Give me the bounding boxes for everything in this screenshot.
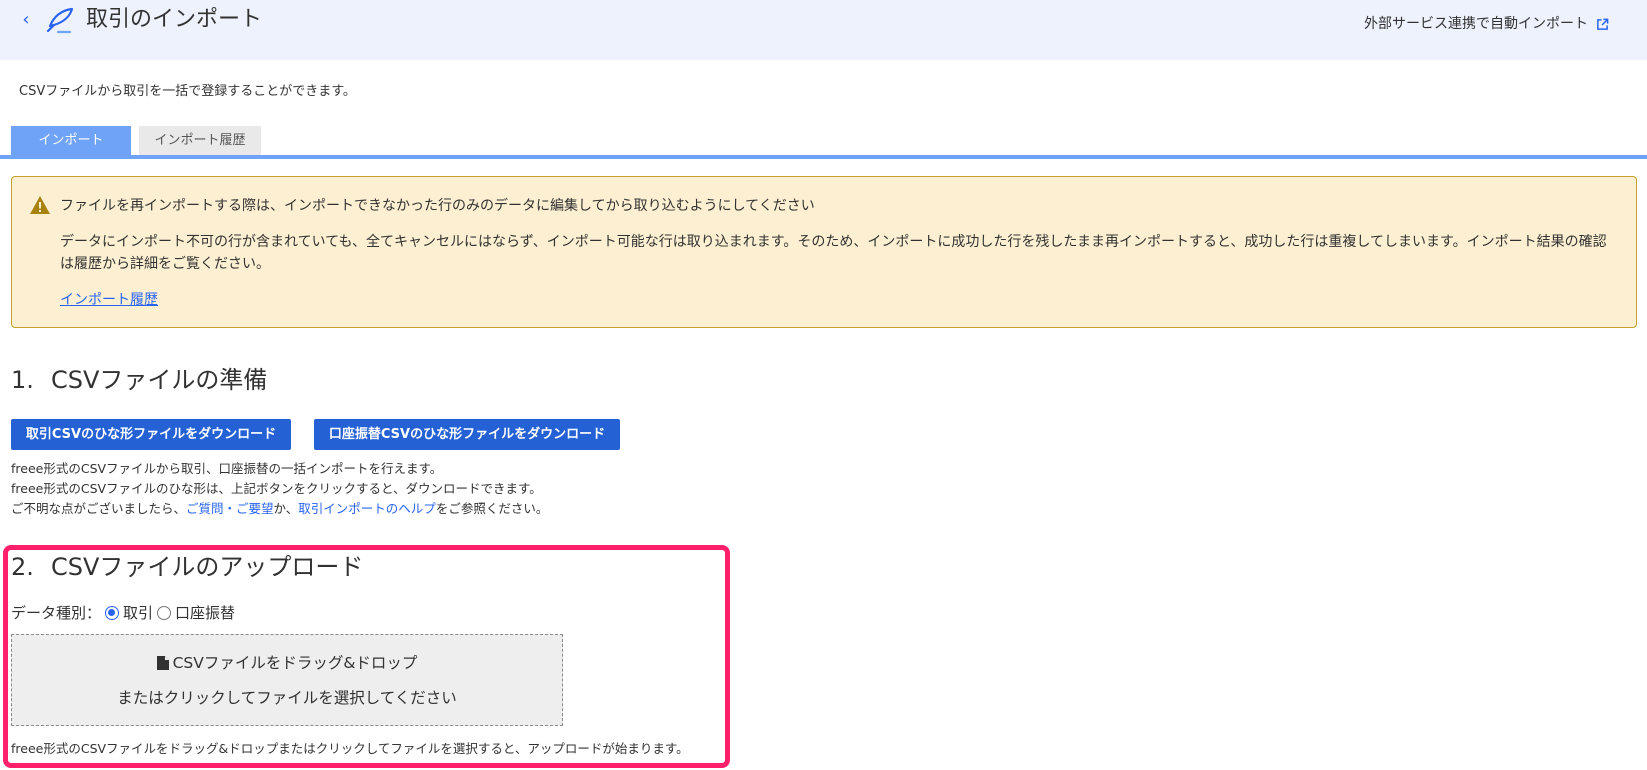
data-type-selector: データ種別： 取引 口座振替 (11, 601, 235, 625)
radio-deal-label[interactable]: 取引 (123, 601, 153, 625)
import-quill-icon (46, 7, 74, 34)
data-type-label: データ種別： (11, 604, 102, 622)
alert-body: データにインポート不可の行が含まれていても、全てキャンセルにはならず、インポート… (60, 234, 1607, 272)
external-link-icon (1597, 18, 1609, 30)
note-line: ご不明な点がございましたら、ご質問・ご要望か、取引インポートのヘルプをご参照くだ… (11, 499, 548, 519)
alert-title: ファイルを再インポートする際は、インポートできなかった行のみのデータに編集してか… (60, 198, 815, 214)
tab-import[interactable]: インポート (11, 126, 131, 156)
import-help-link[interactable]: 取引インポートのヘルプ (298, 501, 436, 516)
note-line: freee形式のCSVファイルから取引、口座振替の一括インポートを行えます。 (11, 461, 443, 476)
section-heading-csv-upload: 2. CSVファイルのアップロード (11, 551, 363, 583)
download-transfer-template-button[interactable]: 口座振替CSVのひな形ファイルをダウンロード (314, 419, 620, 450)
section-title: CSVファイルのアップロード (51, 553, 364, 581)
csv-prep-notes: freee形式のCSVファイルから取引、口座振替の一括インポートを行えます。 f… (11, 459, 548, 519)
reimport-warning-alert: ファイルを再インポートする際は、インポートできなかった行のみのデータに編集してか… (11, 176, 1637, 328)
section-title: CSVファイルの準備 (51, 366, 268, 394)
section-number: 2. (11, 553, 34, 581)
external-service-link-label: 外部サービス連携で自動インポート (1364, 16, 1588, 32)
note-text: ご不明な点がございましたら、 (11, 501, 187, 516)
back-chevron-icon[interactable]: ‹ (16, 8, 36, 32)
section-heading-csv-prep: 1. CSVファイルの準備 (11, 364, 267, 396)
download-deal-template-button[interactable]: 取引CSVのひな形ファイルをダウンロード (11, 419, 291, 450)
note-text: か、 (273, 501, 299, 516)
dropzone-text-2: またはクリックしてファイルを選択してください (117, 689, 457, 707)
radio-account-transfer-label[interactable]: 口座振替 (175, 601, 235, 625)
warning-triangle-icon (30, 196, 50, 214)
dropzone-line1: CSVファイルをドラッグ&ドロップ (12, 651, 562, 675)
upload-note: freee形式のCSVファイルをドラッグ&ドロップまたはクリックしてファイルを選… (11, 741, 689, 756)
faq-link[interactable]: ご質問・ご要望 (186, 501, 274, 516)
radio-account-transfer[interactable] (157, 606, 172, 620)
dropzone-text-1: CSVファイルをドラッグ&ドロップ (172, 654, 418, 672)
note-text: をご参照ください。 (435, 501, 549, 516)
csv-dropzone[interactable]: CSVファイルをドラッグ&ドロップ またはクリックしてファイルを選択してください (11, 634, 563, 726)
alert-import-history-link[interactable]: インポート履歴 (60, 289, 158, 311)
section-number: 1. (11, 366, 34, 394)
note-line: freee形式のCSVファイルのひな形は、上記ボタンをクリックすると、ダウンロー… (11, 481, 542, 496)
tab-underline (0, 155, 1647, 159)
tab-import-history[interactable]: インポート履歴 (139, 126, 261, 156)
radio-deal[interactable] (105, 606, 120, 620)
file-icon (156, 656, 169, 670)
intro-text: CSVファイルから取引を一括で登録することができます。 (19, 84, 356, 99)
page-header: ‹ 取引のインポート 外部サービス連携で自動インポート (0, 0, 1647, 60)
page-title: 取引のインポート (86, 7, 263, 32)
external-service-link[interactable]: 外部サービス連携で自動インポート (1364, 14, 1609, 34)
